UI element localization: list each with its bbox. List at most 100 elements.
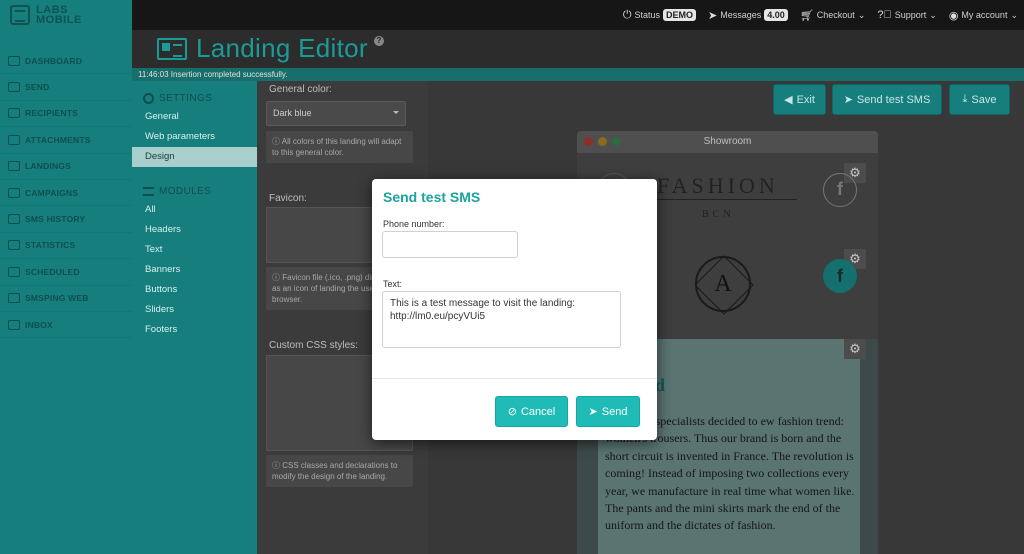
css-label: Custom CSS styles: bbox=[269, 340, 358, 351]
facebook-outline-icon[interactable]: f bbox=[823, 173, 857, 207]
save-button[interactable]: ⤓ Save bbox=[949, 84, 1010, 115]
module-item-text[interactable]: Text bbox=[132, 240, 257, 260]
module-item-banners[interactable]: Banners bbox=[132, 260, 257, 280]
module-item-sliders[interactable]: Sliders bbox=[132, 300, 257, 320]
sidebar-item-recipients[interactable]: RECIPIENTS bbox=[0, 101, 132, 128]
phone-number-input[interactable] bbox=[382, 231, 518, 258]
sidebar-item-attachments[interactable]: ATTACHMENTS bbox=[0, 127, 132, 154]
sidebar-item-smsping-web[interactable]: SMSPING WEB bbox=[0, 286, 132, 312]
messages-indicator[interactable]: ➤ Messages 4.00 bbox=[708, 9, 788, 22]
clock-icon bbox=[8, 266, 20, 277]
css-hint: ⓘ CSS classes and declarations to modify… bbox=[266, 455, 413, 487]
sidebar-item-inbox[interactable]: INBOX bbox=[0, 312, 132, 339]
download-icon: ⤓ bbox=[962, 93, 968, 105]
cancel-button[interactable]: ⊘ Cancel bbox=[495, 396, 568, 427]
module-gear-icon[interactable]: ⚙ bbox=[844, 339, 866, 359]
checkout-menu[interactable]: 🛒︎ Checkout ⌄ bbox=[800, 9, 866, 22]
send-button[interactable]: ➤ Send bbox=[576, 396, 640, 427]
sidebar-item-label: DASHBOARD bbox=[25, 55, 83, 66]
brand-seal-icon: A bbox=[695, 256, 751, 312]
support-label: Support bbox=[894, 10, 927, 20]
favicon-label: Favicon: bbox=[269, 193, 307, 204]
logo[interactable]: LABS MOBILE bbox=[0, 0, 132, 30]
facebook-filled-icon[interactable]: f bbox=[823, 259, 857, 293]
settings-heading: SETTINGS bbox=[132, 89, 257, 107]
exit-label: Exit bbox=[796, 93, 815, 106]
modules-heading-label: MODULES bbox=[159, 185, 212, 197]
search-icon bbox=[8, 214, 20, 225]
menu-item-web-parameters[interactable]: Web parameters bbox=[132, 127, 257, 147]
module-item-footers[interactable]: Footers bbox=[132, 320, 257, 340]
text-label: Text: bbox=[383, 279, 403, 289]
sidebar-item-label: LANDINGS bbox=[25, 161, 71, 172]
sidebar-item-label: STATISTICS bbox=[25, 240, 76, 251]
brand-subtitle: BCN bbox=[702, 209, 735, 220]
sidebar-item-landings[interactable]: LANDINGS bbox=[0, 154, 132, 180]
sidebar-item-campaigns[interactable]: CAMPAIGNS bbox=[0, 180, 132, 207]
preview-window-bar: Showroom bbox=[577, 131, 878, 153]
envelope-icon bbox=[8, 82, 20, 93]
sidebar-item-sms-history[interactable]: SMS HISTORY bbox=[0, 206, 132, 233]
page-header: Landing Editor ? bbox=[132, 30, 1024, 68]
help-icon[interactable]: ? bbox=[374, 36, 384, 46]
signal-icon bbox=[8, 293, 20, 304]
general-color-select[interactable]: Dark blue bbox=[266, 101, 406, 126]
sidebar: DASHBOARD SEND RECIPIENTS ATTACHMENTS LANDIN… bbox=[0, 30, 132, 554]
send-test-sms-label: Send test SMS bbox=[856, 93, 931, 106]
sidebar-item-send[interactable]: SEND bbox=[0, 74, 132, 101]
logo-icon bbox=[10, 5, 30, 25]
inbox-icon bbox=[8, 319, 20, 330]
messages-badge: 4.00 bbox=[764, 9, 788, 21]
modal-divider bbox=[372, 378, 657, 379]
menu-item-general[interactable]: General bbox=[132, 107, 257, 127]
dashboard-icon bbox=[8, 55, 20, 66]
list-icon bbox=[143, 186, 154, 196]
preview-window-title: Showroom bbox=[703, 136, 752, 147]
messages-label: Messages bbox=[720, 10, 762, 20]
send-label: Send bbox=[601, 405, 628, 418]
info-icon: ⓘ bbox=[272, 137, 282, 146]
sidebar-item-statistics[interactable]: STATISTICS bbox=[0, 233, 132, 260]
general-color-hint: ⓘ All colors of this landing will adapt … bbox=[266, 131, 413, 163]
sidebar-item-label: SCHEDULED bbox=[25, 266, 80, 277]
settings-heading-label: SETTINGS bbox=[159, 92, 213, 104]
bar-chart-icon bbox=[8, 240, 20, 251]
module-item-headers[interactable]: Headers bbox=[132, 220, 257, 240]
page-title: Landing Editor bbox=[196, 33, 368, 63]
send-test-sms-modal: Send test SMS Phone number: Text: This i… bbox=[372, 179, 657, 440]
support-menu[interactable]: ?⃝ Support ⌄ bbox=[877, 9, 936, 21]
status-indicator[interactable]: ⏻ Status DEMO bbox=[623, 9, 697, 22]
general-color-value: Dark blue bbox=[273, 108, 312, 118]
menu-item-design[interactable]: Design bbox=[132, 147, 257, 167]
chevron-down-icon: ⌄ bbox=[929, 9, 937, 20]
general-color-label: General color: bbox=[269, 84, 332, 95]
newspaper-icon bbox=[8, 161, 20, 172]
chevron-down-icon: ⌄ bbox=[857, 9, 866, 20]
help-circle-icon: ?⃝ bbox=[877, 9, 892, 21]
exit-button[interactable]: ◀ Exit bbox=[773, 84, 826, 115]
send-test-sms-button[interactable]: ➤ Send test SMS bbox=[832, 84, 942, 115]
account-menu[interactable]: ◉ My account ⌄ bbox=[949, 9, 1018, 22]
sidebar-item-label: SMSPING WEB bbox=[25, 293, 89, 304]
paperclip-icon bbox=[8, 134, 20, 145]
general-color-hint-text: All colors of this landing will adapt to… bbox=[272, 137, 402, 157]
status-badge: DEMO bbox=[663, 9, 697, 21]
brand-name: FASHION bbox=[657, 173, 779, 198]
module-item-all[interactable]: All bbox=[132, 200, 257, 220]
brand-divider bbox=[655, 199, 797, 200]
sidebar-item-dashboard[interactable]: DASHBOARD bbox=[0, 48, 132, 75]
module-item-buttons[interactable]: Buttons bbox=[132, 280, 257, 300]
checkout-label: Checkout bbox=[816, 10, 855, 20]
paper-plane-icon: ➤ bbox=[588, 406, 598, 418]
sidebar-item-scheduled[interactable]: SCHEDULED bbox=[0, 259, 132, 286]
phone-number-label: Phone number: bbox=[383, 219, 445, 229]
message-textarea[interactable]: This is a test message to visit the land… bbox=[382, 291, 621, 348]
caret-down-icon bbox=[393, 111, 399, 117]
modal-title: Send test SMS bbox=[383, 189, 481, 205]
css-hint-text: CSS classes and declarations to modify t… bbox=[272, 461, 398, 481]
gear-icon bbox=[143, 92, 154, 104]
info-icon: ⓘ bbox=[272, 461, 283, 470]
sidebar-item-label: RECIPIENTS bbox=[25, 108, 79, 119]
sidebar-item-label: SMS HISTORY bbox=[25, 214, 86, 225]
paper-plane-icon: ➤ bbox=[708, 9, 718, 22]
